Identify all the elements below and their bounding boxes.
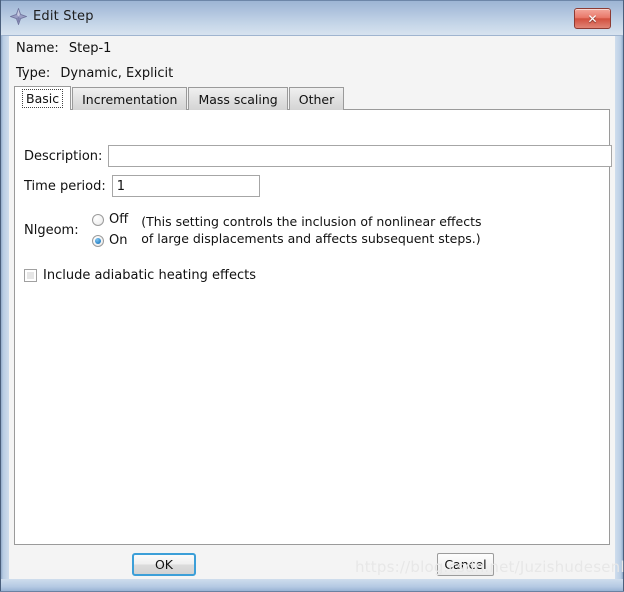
tab-incrementation-label: Incrementation	[82, 91, 178, 107]
tab-mass-scaling[interactable]: Mass scaling	[188, 87, 288, 110]
step-type-row: Type: Dynamic, Explicit	[16, 66, 173, 81]
title-bar[interactable]: Edit Step ✕	[1, 0, 623, 36]
tab-basic[interactable]: Basic	[14, 86, 72, 110]
checkbox-unchecked-icon	[24, 269, 37, 282]
step-name-row: Name: Step-1	[16, 41, 111, 56]
nlgeom-label: Nlgeom:	[24, 222, 79, 238]
tab-strip: Basic Incrementation Mass scaling Other	[14, 86, 345, 110]
window-frame-edge-left	[0, 0, 1, 592]
step-name-value: Step-1	[68, 41, 112, 56]
nlgeom-radio-group: Off On	[92, 212, 128, 248]
time-period-input[interactable]	[111, 175, 260, 197]
nlgeom-radio-off-label: Off	[109, 212, 129, 227]
radio-off-icon	[92, 213, 104, 226]
description-row: Description:	[24, 145, 613, 167]
adiabatic-heating-checkbox[interactable]: Include adiabatic heating effects	[24, 268, 256, 283]
tab-other-label: Other	[298, 91, 335, 107]
close-button[interactable]: ✕	[574, 8, 611, 29]
tab-mass-scaling-label: Mass scaling	[198, 91, 278, 107]
time-period-row: Time period:	[24, 175, 260, 197]
step-type-value: Dynamic, Explicit	[60, 66, 174, 81]
edit-step-dialog: Edit Step ✕ Name: Step-1 Type: Dynamic, …	[0, 0, 624, 592]
tab-other[interactable]: Other	[288, 87, 345, 110]
nlgeom-radio-on[interactable]: On	[92, 233, 128, 248]
close-icon: ✕	[587, 11, 598, 26]
dialog-footer: OK Cancel	[9, 546, 615, 579]
time-period-label: Time period:	[24, 178, 106, 194]
dialog-body: Name: Step-1 Type: Dynamic, Explicit Bas…	[9, 36, 615, 579]
window-title: Edit Step	[33, 9, 94, 24]
ok-button-label: OK	[154, 557, 174, 572]
step-name-label: Name:	[16, 41, 59, 56]
cancel-button-label: Cancel	[444, 557, 487, 572]
nlgeom-hint-text: (This setting controls the inclusion of …	[141, 214, 482, 246]
nlgeom-row: Nlgeom: Off On (This setting controls th…	[24, 212, 482, 248]
tab-incrementation[interactable]: Incrementation	[72, 87, 188, 110]
description-input[interactable]	[108, 145, 613, 167]
ok-button[interactable]: OK	[132, 553, 196, 576]
tab-panel-basic: Description: Time period: Nlgeom: Off On	[14, 109, 613, 545]
abaqus-diamond-icon	[10, 8, 27, 25]
nlgeom-radio-off[interactable]: Off	[92, 212, 128, 227]
cancel-button[interactable]: Cancel	[437, 553, 494, 576]
window-frame-left	[0, 0, 9, 592]
radio-on-icon	[92, 234, 104, 247]
nlgeom-radio-on-label: On	[109, 233, 128, 248]
title-bar-content: Edit Step	[10, 8, 94, 25]
step-type-label: Type:	[16, 66, 51, 81]
tab-basic-label: Basic	[22, 89, 64, 108]
description-label: Description:	[24, 148, 103, 164]
adiabatic-heating-label: Include adiabatic heating effects	[43, 268, 256, 283]
